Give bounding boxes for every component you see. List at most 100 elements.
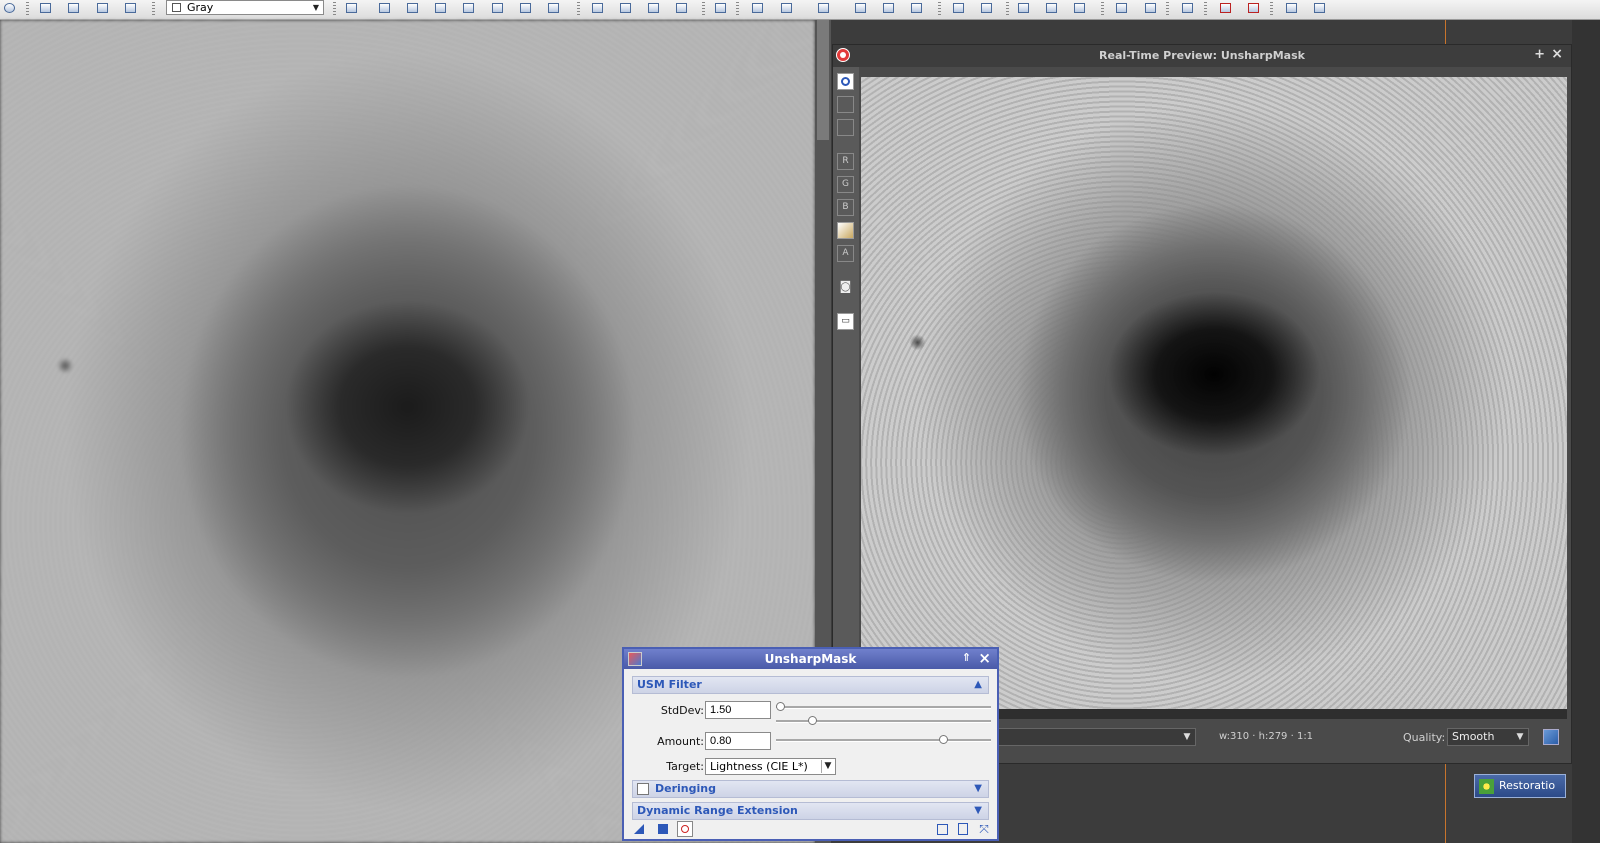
close-window-icon[interactable] — [1218, 1, 1234, 16]
workspace-3-icon[interactable] — [1072, 1, 1088, 16]
zoom-out-icon[interactable] — [433, 1, 449, 16]
edit-preview-icon[interactable] — [618, 1, 634, 16]
stddev-coarse-slider-handle[interactable] — [776, 702, 785, 711]
channel-rgb-button[interactable] — [837, 222, 854, 239]
channel-swatch-icon — [172, 3, 181, 12]
preview-options-icon[interactable] — [1543, 729, 1559, 745]
dynamic-range-extension-section-header[interactable]: Dynamic Range Extension ▼ — [632, 802, 989, 820]
deringing-label: Deringing — [655, 782, 716, 795]
history-undo-icon[interactable] — [853, 1, 869, 16]
usm-titlebar[interactable]: UnsharpMask ⇑ × — [624, 649, 997, 669]
open-image-icon[interactable] — [66, 1, 82, 16]
camera-icon[interactable]: ◙ — [837, 279, 854, 296]
usm-filter-section-header[interactable]: USM Filter ▲ — [632, 676, 989, 694]
collapse-icon[interactable]: ▲ — [974, 677, 982, 693]
zoom-1-1-icon[interactable] — [461, 1, 477, 16]
deringing-section-header[interactable]: Deringing ▼ — [632, 780, 989, 798]
quality-label: Quality: — [1403, 731, 1446, 744]
preview-sidebar: R G B A ◙ ▭ — [833, 67, 859, 723]
pan-mode-icon[interactable] — [344, 1, 360, 16]
main-toolbar: Gray ▼ — [0, 0, 1600, 20]
process-explorer-icon[interactable] — [979, 1, 995, 16]
channel-alpha-button[interactable]: A — [837, 245, 854, 262]
stddev-fine-slider-handle[interactable] — [808, 716, 818, 725]
chevron-down-icon: ▼ — [821, 760, 834, 773]
screen-display-icon[interactable] — [1114, 1, 1130, 16]
new-preview-icon[interactable] — [590, 1, 606, 16]
workspace-background — [1572, 20, 1600, 843]
zoom-in-icon[interactable] — [405, 1, 421, 16]
overlay-view-icon[interactable] — [837, 119, 854, 136]
restoration-label: Restoratio — [1499, 779, 1556, 792]
script-editor-icon[interactable] — [1284, 1, 1300, 16]
cascade-windows-icon[interactable] — [1180, 1, 1196, 16]
expand-dialog-icon[interactable]: ⤧ — [976, 821, 992, 837]
explorer-window-icon[interactable] — [951, 1, 967, 16]
fit-view-icon[interactable] — [490, 1, 506, 16]
stddev-input[interactable] — [705, 701, 771, 719]
toolbar-separator — [1270, 2, 1273, 17]
toolbar-separator — [1204, 2, 1207, 17]
real-time-preview-toggle-icon[interactable] — [713, 1, 729, 16]
preview-titlebar[interactable]: Real-Time Preview: UnsharpMask + × — [833, 45, 1571, 67]
channel-view-value: Gray — [187, 1, 214, 14]
history-redo-icon[interactable] — [881, 1, 897, 16]
readout-mode-icon[interactable] — [546, 1, 562, 16]
save-image-icon[interactable] — [95, 1, 111, 16]
restoration-process-icon[interactable]: Restoratio — [1474, 774, 1566, 798]
toolbar-separator — [938, 2, 941, 17]
preview-view-select[interactable]: ▼ — [981, 728, 1196, 746]
amount-slider[interactable] — [776, 739, 991, 742]
expand-icon[interactable]: ▼ — [974, 803, 982, 819]
close-icon[interactable]: × — [978, 649, 991, 667]
real-time-preview-icon[interactable] — [677, 821, 693, 837]
delete-preview-icon[interactable] — [646, 1, 662, 16]
expand-icon[interactable]: ▼ — [974, 781, 982, 797]
new-image-icon[interactable] — [38, 1, 54, 16]
invert-mask-icon[interactable] — [779, 1, 795, 16]
redo-icon[interactable] — [2, 1, 18, 16]
target-select[interactable]: Lightness (CIE L*) ▼ — [705, 758, 836, 775]
split-view-icon[interactable] — [837, 96, 854, 113]
channel-r-button[interactable]: R — [837, 153, 854, 170]
browse-documentation-icon[interactable] — [934, 821, 950, 837]
workspace-2-icon[interactable] — [1044, 1, 1060, 16]
reset-icon[interactable] — [955, 821, 971, 837]
amount-slider-handle[interactable] — [939, 735, 949, 744]
stf-icon[interactable] — [1143, 1, 1159, 16]
amount-label: Amount: — [657, 735, 704, 748]
show-mask-icon[interactable] — [816, 1, 832, 16]
process-icon — [1479, 779, 1494, 794]
channel-view-select[interactable]: Gray ▼ — [166, 0, 324, 15]
channel-b-button[interactable]: B — [837, 199, 854, 216]
channel-b-label: B — [842, 202, 849, 212]
apply-global-icon[interactable] — [655, 821, 671, 837]
stddev-coarse-slider[interactable] — [776, 706, 991, 709]
track-view-button[interactable] — [837, 73, 854, 90]
close-icon[interactable]: × — [1551, 46, 1563, 62]
history-clear-icon[interactable] — [909, 1, 925, 16]
deringing-checkbox[interactable] — [637, 783, 649, 795]
fit-window-icon[interactable] — [518, 1, 534, 16]
mask-icon[interactable] — [750, 1, 766, 16]
zoom-fit-icon[interactable] — [377, 1, 393, 16]
new-instance-icon[interactable] — [632, 821, 648, 837]
channel-g-button[interactable]: G — [837, 176, 854, 193]
close-all-icon[interactable] — [1246, 1, 1262, 16]
chevron-down-icon: ▼ — [1183, 732, 1191, 742]
workspace-1-icon[interactable] — [1016, 1, 1032, 16]
channel-g-label: G — [842, 179, 849, 189]
fit-preview-icon[interactable]: ▭ — [837, 313, 854, 330]
scrollbar-thumb[interactable] — [817, 20, 829, 140]
shade-icon[interactable]: ⇑ — [962, 651, 971, 664]
preview-image-view[interactable] — [861, 77, 1567, 709]
usm-title: UnsharpMask — [764, 652, 857, 666]
pin-icon[interactable]: + — [1534, 47, 1545, 62]
process-console-icon[interactable] — [1312, 1, 1328, 16]
dynamic-range-extension-label: Dynamic Range Extension — [637, 804, 798, 817]
quality-select[interactable]: Smooth ▼ — [1447, 728, 1529, 746]
save-as-icon[interactable] — [123, 1, 139, 16]
amount-input[interactable] — [705, 732, 771, 750]
store-preview-icon[interactable] — [674, 1, 690, 16]
channel-r-label: R — [842, 156, 849, 166]
